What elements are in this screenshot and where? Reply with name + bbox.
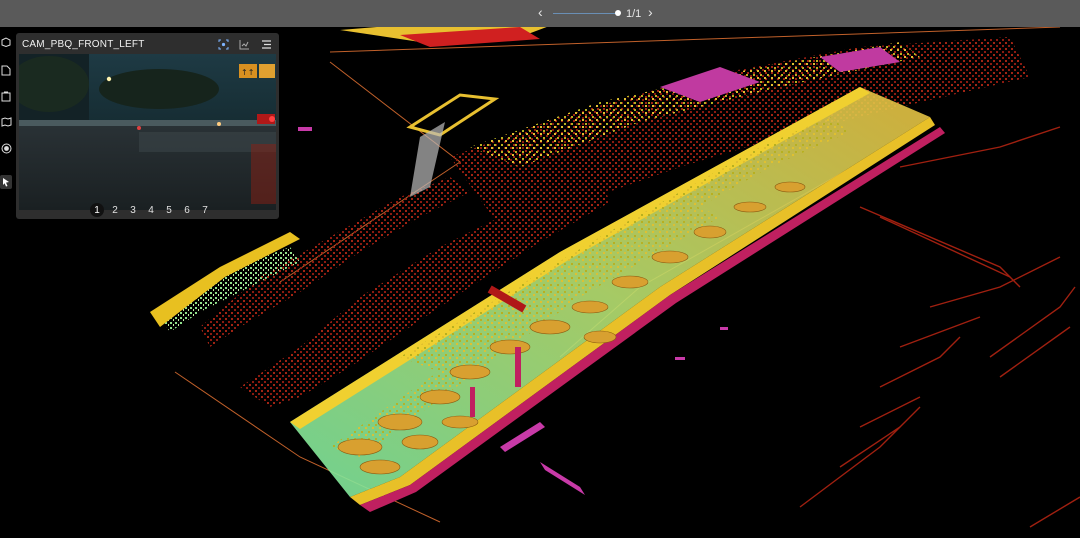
chart-icon[interactable] xyxy=(237,37,251,51)
camera-image[interactable]: ↑↑ xyxy=(19,54,276,210)
camera-title: CAM_PBQ_FRONT_LEFT xyxy=(22,39,145,50)
camera-page-5[interactable]: 5 xyxy=(162,203,176,217)
camera-page-2[interactable]: 2 xyxy=(108,203,122,217)
left-toolbar xyxy=(0,35,14,205)
focus-icon[interactable] xyxy=(216,37,230,51)
point-cloud-right xyxy=(799,126,1080,528)
chevron-right-icon[interactable]: › xyxy=(648,4,653,20)
top-bar: ‹ 1/1 › xyxy=(0,0,1080,27)
camera-pager: 1 2 3 4 5 6 7 xyxy=(90,203,212,219)
frame-count: 1/1 xyxy=(626,8,642,20)
clipboard-icon[interactable] xyxy=(0,89,12,103)
camera-page-4[interactable]: 4 xyxy=(144,203,158,217)
pointer-icon[interactable] xyxy=(0,175,12,189)
frame-pager: ‹ 1/1 › xyxy=(536,4,666,24)
frame-slider[interactable] xyxy=(553,13,619,14)
camera-page-3[interactable]: 3 xyxy=(126,203,140,217)
document-icon[interactable] xyxy=(0,63,12,77)
camera-page-1[interactable]: 1 xyxy=(90,203,104,217)
chevron-left-icon[interactable]: ‹ xyxy=(538,4,543,20)
record-icon[interactable] xyxy=(0,141,12,155)
map-icon[interactable] xyxy=(0,115,12,129)
cube-icon[interactable] xyxy=(0,35,12,49)
svg-text:↑↑: ↑↑ xyxy=(241,68,254,77)
camera-preview-panel: CAM_PBQ_FRONT_LEFT ↑↑ 1 2 3 4 5 6 7 xyxy=(16,33,279,219)
list-icon[interactable] xyxy=(259,37,273,51)
frame-slider-handle[interactable] xyxy=(615,10,621,16)
camera-page-6[interactable]: 6 xyxy=(180,203,194,217)
camera-page-7[interactable]: 7 xyxy=(198,203,212,217)
